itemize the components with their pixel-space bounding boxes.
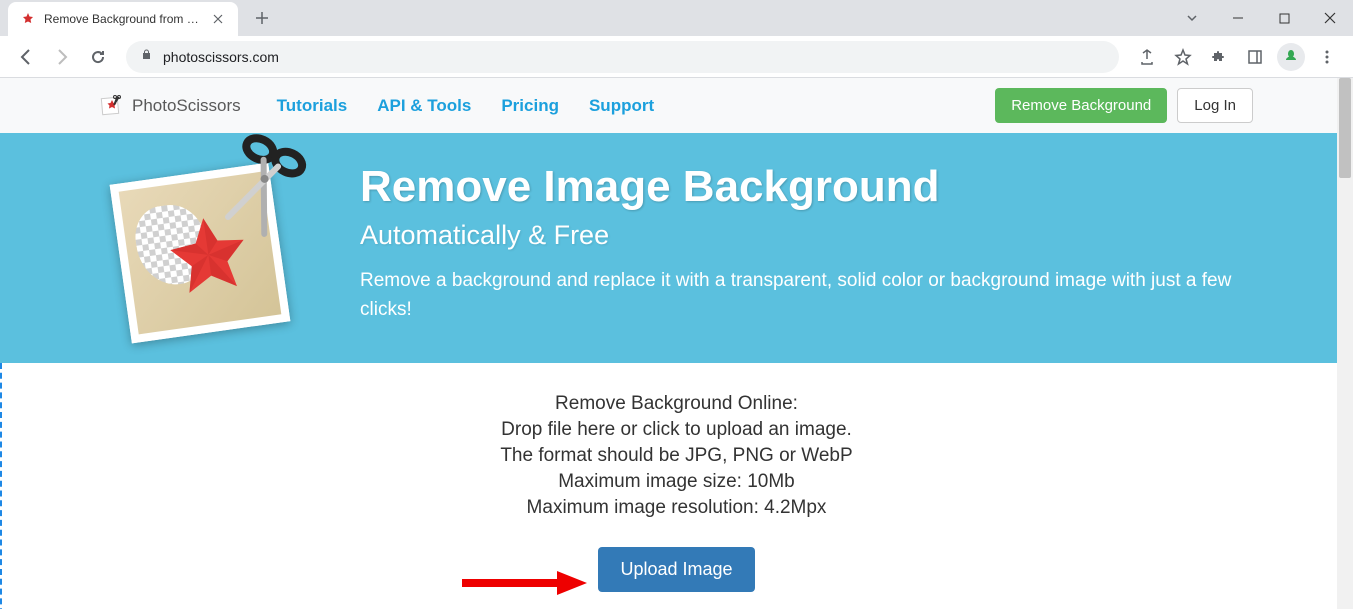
upload-format: The format should be JPG, PNG or WebP: [22, 445, 1331, 467]
nav-api-tools[interactable]: API & Tools: [377, 96, 471, 116]
nav-pricing[interactable]: Pricing: [501, 96, 559, 116]
profile-avatar[interactable]: [1275, 41, 1307, 73]
site-header: PhotoScissors Tutorials API & Tools Pric…: [0, 78, 1353, 133]
scrollbar-thumb[interactable]: [1339, 78, 1351, 178]
close-icon[interactable]: [210, 11, 226, 27]
upload-title: Remove Background Online:: [22, 393, 1331, 415]
upload-dropzone[interactable]: Remove Background Online: Drop file here…: [0, 363, 1353, 609]
hero-section: Remove Image Background Automatically & …: [0, 133, 1353, 363]
remove-background-button[interactable]: Remove Background: [995, 88, 1167, 123]
window-controls: [1169, 0, 1353, 36]
close-window-button[interactable]: [1307, 0, 1353, 36]
reload-button[interactable]: [82, 41, 114, 73]
maximize-button[interactable]: [1261, 0, 1307, 36]
scrollbar[interactable]: [1337, 78, 1353, 609]
minimize-button[interactable]: [1215, 0, 1261, 36]
browser-tab[interactable]: Remove Background from Ima: [8, 2, 238, 36]
menu-icon[interactable]: [1311, 41, 1343, 73]
page-content: PhotoScissors Tutorials API & Tools Pric…: [0, 78, 1353, 609]
hero-title: Remove Image Background: [360, 162, 1253, 212]
sidepanel-icon[interactable]: [1239, 41, 1271, 73]
login-button[interactable]: Log In: [1177, 88, 1253, 123]
brand-icon: [100, 94, 124, 118]
brand[interactable]: PhotoScissors: [100, 94, 241, 118]
bookmark-icon[interactable]: [1167, 41, 1199, 73]
browser-toolbar: photoscissors.com: [0, 36, 1353, 78]
browser-chrome: Remove Background from Ima: [0, 0, 1353, 78]
url-text: photoscissors.com: [163, 49, 279, 65]
upload-image-button[interactable]: Upload Image: [598, 547, 754, 592]
upload-max-size: Maximum image size: 10Mb: [22, 471, 1331, 493]
address-bar[interactable]: photoscissors.com: [126, 41, 1119, 73]
hero-description: Remove a background and replace it with …: [360, 267, 1253, 324]
extensions-icon[interactable]: [1203, 41, 1235, 73]
nav-support[interactable]: Support: [589, 96, 654, 116]
chevron-down-icon[interactable]: [1169, 0, 1215, 36]
favicon: [20, 11, 36, 27]
back-button[interactable]: [10, 41, 42, 73]
brand-name: PhotoScissors: [132, 96, 241, 116]
lock-icon: [140, 48, 153, 66]
nav-tutorials[interactable]: Tutorials: [277, 96, 348, 116]
hero-subtitle: Automatically & Free: [360, 220, 1253, 251]
upload-max-res: Maximum image resolution: 4.2Mpx: [22, 497, 1331, 519]
tab-bar: Remove Background from Ima: [0, 0, 1353, 36]
nav-links: Tutorials API & Tools Pricing Support: [277, 96, 654, 116]
tab-title: Remove Background from Ima: [44, 12, 202, 26]
hero-illustration: [100, 143, 320, 343]
new-tab-button[interactable]: [248, 4, 276, 32]
forward-button: [46, 41, 78, 73]
arrow-annotation-icon: [457, 568, 587, 598]
share-icon[interactable]: [1131, 41, 1163, 73]
upload-instruction: Drop file here or click to upload an ima…: [22, 419, 1331, 441]
